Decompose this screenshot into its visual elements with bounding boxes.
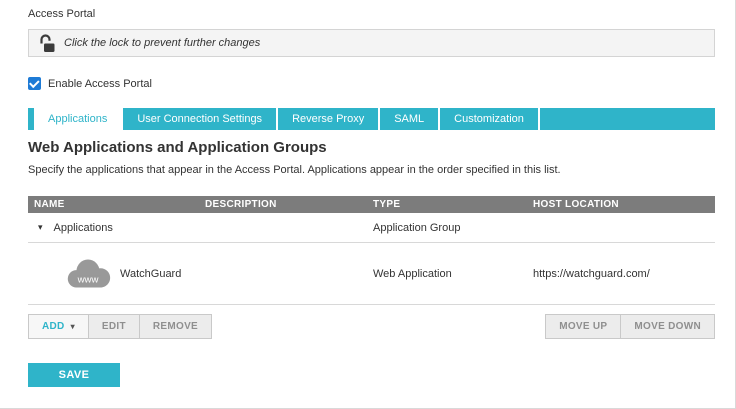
column-header-host-location: HOST LOCATION <box>533 199 619 210</box>
table-row-application-group[interactable]: ▾ Applications Application Group <box>28 213 715 243</box>
move-up-button[interactable]: MOVE UP <box>545 314 622 339</box>
page-title: Access Portal <box>28 8 96 20</box>
save-button[interactable]: SAVE <box>28 363 120 387</box>
add-button[interactable]: ADD ▾ <box>28 314 89 339</box>
remove-button[interactable]: REMOVE <box>138 314 213 339</box>
dropdown-caret-icon: ▾ <box>70 321 75 331</box>
tab-customization[interactable]: Customization <box>440 108 538 130</box>
toolbar: ADD ▾ EDIT REMOVE MOVE UP MOVE DOWN <box>28 314 715 339</box>
tab-saml[interactable]: SAML <box>380 108 439 130</box>
collapse-caret-icon[interactable]: ▾ <box>38 223 43 232</box>
section-heading: Web Applications and Application Groups <box>28 139 327 156</box>
tab-bar: Applications User Connection Settings Re… <box>28 108 715 130</box>
tab-applications[interactable]: Applications <box>34 108 122 130</box>
www-cloud-icon: www <box>62 256 114 292</box>
table-header-row: NAME DESCRIPTION TYPE HOST LOCATION <box>28 196 715 213</box>
tab-bar-filler <box>539 108 715 130</box>
lock-banner-text: Click the lock to prevent further change… <box>64 37 261 49</box>
section-description: Specify the applications that appear in … <box>28 164 561 176</box>
column-header-name: NAME <box>34 199 65 210</box>
enable-access-portal-row: Enable Access Portal <box>28 77 715 90</box>
cloud-icon-text: www <box>77 274 99 285</box>
enable-access-portal-checkbox[interactable] <box>28 77 41 90</box>
toolbar-right-group: MOVE UP MOVE DOWN <box>545 314 715 339</box>
column-header-description: DESCRIPTION <box>205 199 277 210</box>
access-portal-page: Access Portal Click the lock to prevent … <box>0 0 736 409</box>
tab-user-connection-settings[interactable]: User Connection Settings <box>123 108 277 130</box>
app-type: Web Application <box>373 267 452 280</box>
applications-table: NAME DESCRIPTION TYPE HOST LOCATION ▾ Ap… <box>28 196 715 305</box>
move-down-button[interactable]: MOVE DOWN <box>620 314 715 339</box>
unlocked-padlock-icon[interactable] <box>39 33 55 53</box>
app-name: WatchGuard <box>120 267 182 280</box>
toolbar-left-group: ADD ▾ EDIT REMOVE <box>28 314 213 339</box>
tab-reverse-proxy[interactable]: Reverse Proxy <box>278 108 379 130</box>
app-name-cell: www WatchGuard <box>28 256 199 292</box>
group-name-cell: ▾ Applications <box>28 222 199 234</box>
table-row-watchguard[interactable]: www WatchGuard Web Application https://w… <box>28 243 715 305</box>
edit-button[interactable]: EDIT <box>87 314 140 339</box>
group-name: Applications <box>53 221 113 234</box>
app-host: https://watchguard.com/ <box>533 267 650 280</box>
group-type: Application Group <box>373 221 461 234</box>
enable-access-portal-label: Enable Access Portal <box>48 77 152 90</box>
add-button-label: ADD <box>42 321 65 332</box>
column-header-type: TYPE <box>373 199 401 210</box>
lock-banner: Click the lock to prevent further change… <box>28 29 715 57</box>
